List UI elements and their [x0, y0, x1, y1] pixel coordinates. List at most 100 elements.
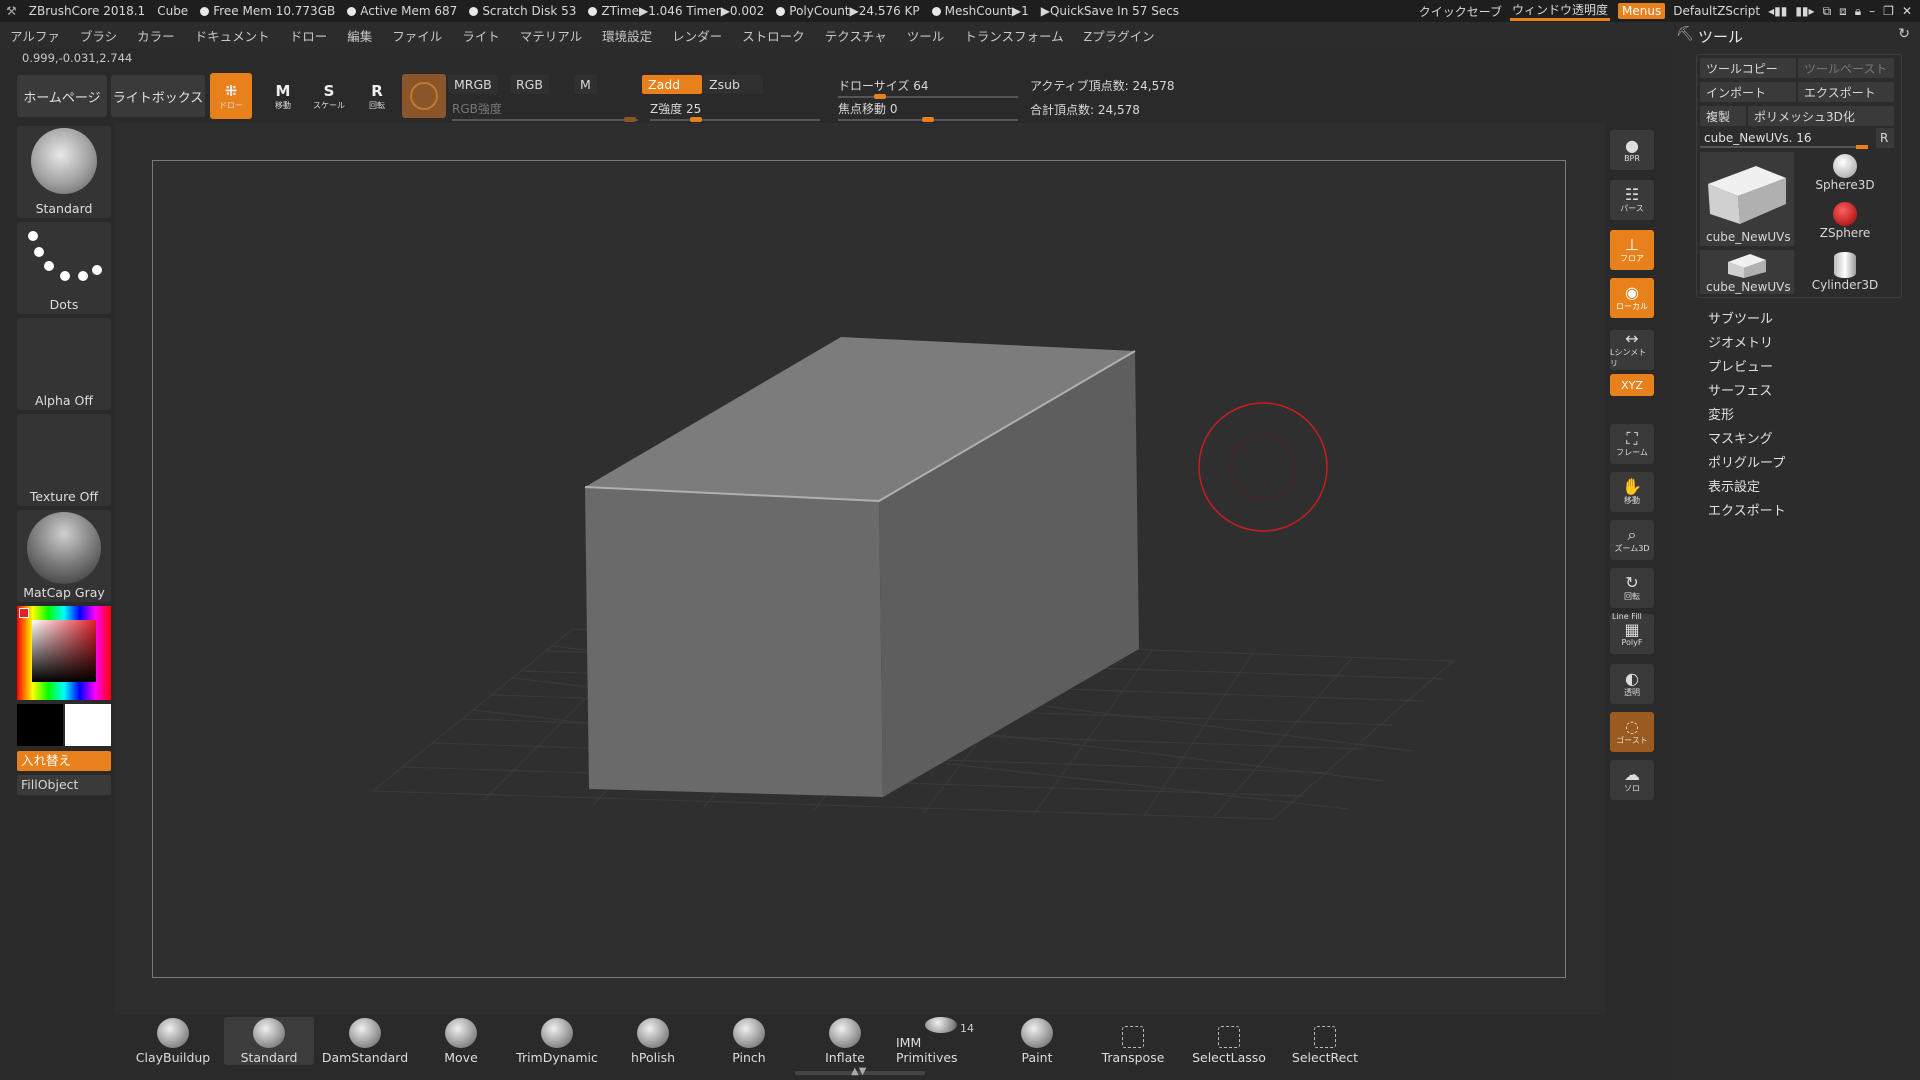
- section-export[interactable]: エクスポート: [1708, 500, 1786, 519]
- menu-material[interactable]: マテリアル: [510, 26, 592, 45]
- rail-frame-button[interactable]: ⛶ フレーム: [1610, 424, 1654, 464]
- shelf-brush-selectrect[interactable]: SelectRect: [1280, 1017, 1370, 1065]
- shelf-brush-transpose[interactable]: Transpose: [1088, 1017, 1178, 1065]
- quick-save-button[interactable]: クイックセーブ: [1419, 3, 1502, 20]
- menu-document[interactable]: ドキュメント: [185, 26, 280, 45]
- tool-thumb-cylinder3d[interactable]: Cylinder3D: [1798, 250, 1892, 294]
- swap-colors-button[interactable]: 入れ替え: [17, 751, 111, 771]
- move-mode-button[interactable]: M 移動: [262, 73, 304, 119]
- draw-size-slider[interactable]: ドローサイズ 64: [838, 75, 1018, 99]
- texture-picker[interactable]: Texture Off: [17, 414, 111, 506]
- zsub-toggle[interactable]: Zsub: [703, 75, 763, 94]
- rail-transp-button[interactable]: ◐ 透明: [1610, 664, 1654, 704]
- focal-shift-slider[interactable]: 焦点移動 0: [838, 98, 1018, 122]
- default-zscript-button[interactable]: DefaultZScript: [1673, 4, 1760, 18]
- menu-zplugin[interactable]: Zプラグイン: [1074, 26, 1165, 45]
- menu-draw[interactable]: ドロー: [280, 26, 338, 45]
- shelf-brush-move[interactable]: Move: [416, 1017, 506, 1065]
- restore-icon[interactable]: ❐: [1883, 4, 1894, 18]
- palette-alt-icon[interactable]: ⧈: [1839, 4, 1847, 19]
- shelf-brush-pinch[interactable]: Pinch: [704, 1017, 794, 1065]
- section-polygroups[interactable]: ポリグループ: [1708, 452, 1785, 471]
- menu-stroke[interactable]: ストローク: [732, 26, 815, 45]
- menu-transform[interactable]: トランスフォーム: [954, 26, 1073, 45]
- brush-picker[interactable]: Standard: [17, 126, 111, 218]
- alpha-picker[interactable]: Alpha Off: [17, 318, 111, 410]
- export-button[interactable]: エクスポート: [1798, 82, 1894, 102]
- menu-edit[interactable]: 編集: [337, 26, 382, 45]
- lightbox-button[interactable]: ライトボックス: [111, 75, 205, 117]
- section-surface[interactable]: サーフェス: [1708, 380, 1772, 399]
- zadd-toggle[interactable]: Zadd: [642, 75, 702, 94]
- draw-mode-button[interactable]: ⁜ ドロー: [210, 73, 252, 119]
- tool-thumb-cube-small[interactable]: cube_NewUVs: [1700, 250, 1794, 294]
- rail-move-button[interactable]: ✋ 移動: [1610, 472, 1654, 512]
- shelf-brush-trimdynamic[interactable]: TrimDynamic: [512, 1017, 602, 1065]
- menus-toggle-button[interactable]: Menus: [1618, 3, 1666, 19]
- shelf-brush-selectlasso[interactable]: SelectLasso: [1184, 1017, 1274, 1065]
- shelf-brush-standard[interactable]: Standard: [224, 1017, 314, 1065]
- menu-alpha[interactable]: アルファ: [0, 26, 70, 45]
- shelf-brush-inflate[interactable]: Inflate: [800, 1017, 890, 1065]
- r-button[interactable]: R: [1876, 128, 1894, 148]
- menu-light[interactable]: ライト: [452, 26, 510, 45]
- fill-object-button[interactable]: FillObject: [17, 775, 111, 795]
- menu-file[interactable]: ファイル: [382, 26, 452, 45]
- home-page-button[interactable]: ホームページ: [17, 75, 107, 117]
- rail-ghost-button[interactable]: ◌ ゴースト: [1610, 712, 1654, 752]
- material-picker[interactable]: MatCap Gray: [17, 510, 111, 602]
- tool-paste-button[interactable]: ツールペースト: [1798, 58, 1894, 78]
- section-subtool[interactable]: サブツール: [1708, 308, 1773, 327]
- section-masking[interactable]: マスキング: [1708, 428, 1773, 447]
- section-deformation[interactable]: 変形: [1708, 404, 1734, 423]
- minimize-icon[interactable]: –: [1869, 4, 1875, 18]
- layout-icon[interactable]: ◂▮▮: [1768, 4, 1787, 18]
- viewport[interactable]: [152, 160, 1566, 978]
- shelf-brush-hpolish[interactable]: hPolish: [608, 1017, 698, 1065]
- make-polymesh-button[interactable]: ポリメッシュ3D化: [1748, 106, 1894, 126]
- main-color-swatch[interactable]: [17, 704, 63, 746]
- lock-icon[interactable]: 🔒︎: [1855, 4, 1861, 19]
- rail-perspective-button[interactable]: ☷ パース: [1610, 180, 1654, 220]
- rail-floor-button[interactable]: ⊥ フロア: [1610, 230, 1654, 270]
- menu-texture[interactable]: テクスチャ: [815, 26, 897, 45]
- shelf-brush-paint[interactable]: Paint: [992, 1017, 1082, 1065]
- secondary-color-swatch[interactable]: [65, 704, 111, 746]
- clone-button[interactable]: 複製: [1700, 106, 1746, 126]
- palette-icon[interactable]: ⧉: [1823, 4, 1832, 19]
- rail-solo-button[interactable]: ☁ ソロ: [1610, 760, 1654, 800]
- tool-thumb-cube-large[interactable]: cube_NewUVs: [1700, 152, 1794, 246]
- palette-reset-icon[interactable]: ↻: [1898, 26, 1910, 42]
- menu-brush[interactable]: ブラシ: [70, 26, 127, 45]
- menu-tool[interactable]: ツール: [897, 26, 955, 45]
- rail-xyz-button[interactable]: ⟲XYZ: [1610, 374, 1654, 396]
- rail-zoom3d-button[interactable]: ⌕ ズーム3D: [1610, 520, 1654, 560]
- menu-preferences[interactable]: 環境設定: [592, 26, 662, 45]
- shelf-brush-claybuildup[interactable]: ClayBuildup: [128, 1017, 218, 1065]
- rail-bpr-button[interactable]: ● BPR: [1610, 130, 1654, 170]
- rail-symmetry-button[interactable]: ↔ Lシンメトリ: [1610, 330, 1654, 370]
- color-saturation-square[interactable]: [32, 620, 96, 682]
- rgb-intensity-slider[interactable]: RGB強度: [452, 98, 638, 122]
- z-intensity-slider[interactable]: Z強度 25: [650, 98, 820, 122]
- section-preview[interactable]: プレビュー: [1708, 356, 1773, 375]
- current-tool-slider[interactable]: cube_NewUVs. 16: [1700, 128, 1874, 149]
- rgb-toggle[interactable]: RGB: [510, 75, 549, 94]
- menu-render[interactable]: レンダー: [662, 26, 732, 45]
- tool-thumb-zsphere[interactable]: ZSphere: [1798, 200, 1892, 246]
- close-icon[interactable]: ✕: [1902, 4, 1912, 18]
- shelf-expand-icon[interactable]: ▲▼: [851, 1066, 866, 1077]
- rotate-mode-button[interactable]: R 回転: [356, 73, 398, 119]
- tool-thumb-sphere3d[interactable]: Sphere3D: [1798, 152, 1892, 198]
- rail-local-button[interactable]: ◉ ローカル: [1610, 278, 1654, 318]
- stroke-picker[interactable]: Dots: [17, 222, 111, 314]
- section-geometry[interactable]: ジオメトリ: [1708, 332, 1773, 351]
- section-display-properties[interactable]: 表示設定: [1708, 476, 1760, 495]
- tool-copy-button[interactable]: ツールコピー: [1700, 58, 1796, 78]
- scale-mode-button[interactable]: S スケール: [308, 73, 350, 119]
- mrgb-toggle[interactable]: MRGB: [448, 75, 498, 94]
- layout-alt-icon[interactable]: ▮▮▸: [1795, 4, 1814, 18]
- window-transparency-slider[interactable]: ウィンドウ透明度: [1510, 1, 1611, 21]
- color-picker[interactable]: [17, 606, 111, 700]
- import-button[interactable]: インポート: [1700, 82, 1796, 102]
